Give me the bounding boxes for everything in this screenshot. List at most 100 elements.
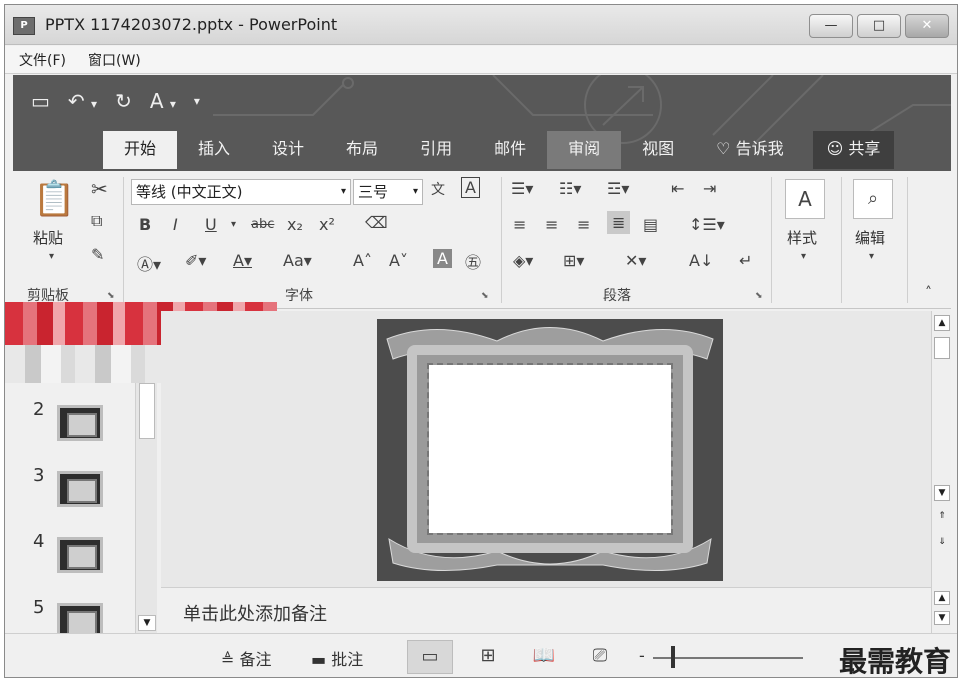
notes-placeholder[interactable]: 单击此处添加备注 <box>183 600 327 626</box>
notes-scrollbar[interactable]: ▲ ▼ <box>931 587 951 633</box>
tab-home[interactable]: 开始 <box>103 131 178 169</box>
previous-slide-icon[interactable]: ⇑ <box>934 509 950 525</box>
numbering-icon[interactable]: ☷▾ <box>559 179 581 198</box>
notes-toggle-button[interactable]: ≜ 备注 <box>221 646 272 670</box>
redo-icon[interactable]: ↻ <box>115 89 132 113</box>
clear-formatting-icon[interactable]: ⌫ <box>365 213 388 232</box>
scrollbar-thumb[interactable] <box>139 383 155 439</box>
current-slide[interactable] <box>377 319 723 581</box>
distributed-icon[interactable]: ▤ <box>643 215 658 234</box>
font-name-combo[interactable]: 等线 (中文正文) ▾ <box>131 179 351 205</box>
paste-dropdown-icon[interactable]: ▾ <box>49 251 54 262</box>
font-size-combo[interactable]: 三号 ▾ <box>353 179 423 205</box>
cut-icon[interactable]: ✂ <box>91 177 108 201</box>
enclose-characters-icon[interactable]: ㊄ <box>465 249 481 273</box>
strikethrough-icon[interactable]: abc <box>251 217 274 232</box>
frame-content-placeholder[interactable] <box>427 363 673 535</box>
scroll-down-icon[interactable]: ▼ <box>934 611 950 625</box>
minimize-button[interactable]: — <box>809 14 853 38</box>
collapse-ribbon-icon[interactable]: ˄ <box>925 285 932 301</box>
comments-toggle-button[interactable]: ▬ 批注 <box>311 646 363 670</box>
character-shading-icon[interactable]: A <box>433 249 452 268</box>
share-button[interactable]: ☺ 共享 <box>812 131 895 169</box>
undo-icon[interactable]: ↶ ▾ <box>68 89 97 113</box>
customize-qat-icon[interactable]: ▾ <box>194 94 200 108</box>
slide-sorter-icon[interactable]: ⊞ <box>465 640 511 674</box>
styles-button-label[interactable]: 样式 <box>787 227 817 248</box>
character-border-icon[interactable]: A <box>461 177 480 198</box>
chevron-down-icon[interactable]: ▾ <box>413 180 418 204</box>
bold-icon[interactable]: B <box>139 215 151 234</box>
show-marks-icon[interactable]: ↵ <box>739 251 752 270</box>
tab-mailings[interactable]: 邮件 <box>473 131 547 169</box>
next-slide-icon[interactable]: ⇓ <box>934 535 950 551</box>
slideshow-icon[interactable]: ⎚ <box>577 640 623 674</box>
subscript-icon[interactable]: x₂ <box>287 215 303 234</box>
tab-references[interactable]: 引用 <box>399 131 473 169</box>
align-left-icon[interactable]: ≡ <box>513 215 526 234</box>
format-painter-icon[interactable]: ✎ <box>91 245 104 264</box>
scroll-up-icon[interactable]: ▲ <box>934 315 950 331</box>
phonetic-guide-icon[interactable]: 文 <box>431 179 445 199</box>
increase-indent-icon[interactable]: ⇥ <box>703 179 716 198</box>
reading-view-icon[interactable]: 📖 <box>521 640 567 674</box>
shading-icon[interactable]: ◈▾ <box>513 251 533 270</box>
slide-thumbnail[interactable] <box>57 405 103 441</box>
chevron-down-icon[interactable]: ▾ <box>341 180 346 204</box>
zoom-slider-thumb[interactable] <box>671 646 675 668</box>
close-button[interactable]: ✕ <box>905 14 949 38</box>
change-case-button[interactable]: Aa▾ <box>283 251 312 270</box>
scrollbar-thumb[interactable] <box>934 337 950 359</box>
borders-icon[interactable]: ⊞▾ <box>563 251 584 270</box>
scroll-up-icon[interactable]: ▲ <box>934 591 950 605</box>
justify-icon[interactable]: ≣ <box>607 211 631 234</box>
slide-thumbnail[interactable] <box>57 471 103 507</box>
bullets-icon[interactable]: ☰▾ <box>511 179 533 198</box>
clipboard-launcher-icon[interactable]: ⬊ <box>107 291 115 301</box>
grow-font-icon[interactable]: A˄ <box>353 251 372 270</box>
tab-tell-me[interactable]: ♡ 告诉我 <box>695 131 804 169</box>
chinese-layout-icon[interactable]: ✕▾ <box>625 251 646 270</box>
align-center-icon[interactable]: ≡ <box>545 215 558 234</box>
search-icon[interactable]: ⌕ <box>853 179 893 219</box>
editor-scrollbar[interactable]: ▲ ▼ ⇑ ⇓ <box>931 311 951 587</box>
tab-design[interactable]: 设计 <box>251 131 325 169</box>
editing-button-label[interactable]: 编辑 <box>855 227 885 248</box>
maximize-button[interactable]: □ <box>857 14 901 38</box>
menu-file[interactable]: 文件(F) <box>19 50 66 70</box>
chevron-down-icon[interactable]: ▾ <box>869 251 874 262</box>
paragraph-launcher-icon[interactable]: ⬊ <box>755 291 763 301</box>
slide-thumbnail[interactable] <box>57 537 103 573</box>
scroll-down-icon[interactable]: ▼ <box>138 615 156 631</box>
text-effects-icon[interactable]: Ⓐ▾ <box>137 251 161 275</box>
chevron-down-icon[interactable]: ▾ <box>801 251 806 262</box>
tab-layout[interactable]: 布局 <box>325 131 399 169</box>
shrink-font-icon[interactable]: A˅ <box>389 251 408 270</box>
sort-icon[interactable]: A↓ <box>689 251 713 270</box>
zoom-slider[interactable] <box>653 657 803 659</box>
tab-review[interactable]: 审阅 <box>547 131 622 169</box>
align-right-icon[interactable]: ≡ <box>577 215 590 234</box>
highlight-icon[interactable]: ✐▾ <box>185 251 206 270</box>
normal-view-icon[interactable]: ▭ <box>407 640 453 674</box>
notes-pane[interactable]: 单击此处添加备注 <box>161 587 931 633</box>
underline-dropdown-icon[interactable]: ▾ <box>231 219 236 230</box>
superscript-icon[interactable]: x² <box>319 215 335 234</box>
save-icon[interactable]: ▭ <box>31 89 50 113</box>
copy-icon[interactable]: ⧉ <box>91 211 102 231</box>
tab-insert[interactable]: 插入 <box>177 131 251 169</box>
zoom-out-icon[interactable]: - <box>639 646 645 665</box>
decrease-indent-icon[interactable]: ⇤ <box>671 179 684 198</box>
underline-icon[interactable]: U <box>205 215 217 234</box>
menu-window[interactable]: 窗口(W) <box>88 50 141 70</box>
scroll-down-icon[interactable]: ▼ <box>934 485 950 501</box>
line-spacing-icon[interactable]: ↕☰▾ <box>689 215 725 234</box>
multilevel-list-icon[interactable]: ☲▾ <box>607 179 629 198</box>
italic-icon[interactable]: I <box>173 215 178 234</box>
paste-icon[interactable]: 📋 <box>33 179 75 219</box>
font-size-quick-icon[interactable]: A ▾ <box>150 89 176 113</box>
paste-button-label[interactable]: 粘贴 <box>33 227 63 248</box>
styles-icon[interactable]: A <box>785 179 825 219</box>
font-color-icon[interactable]: A▾ <box>233 251 252 270</box>
tab-view[interactable]: 视图 <box>621 131 695 169</box>
